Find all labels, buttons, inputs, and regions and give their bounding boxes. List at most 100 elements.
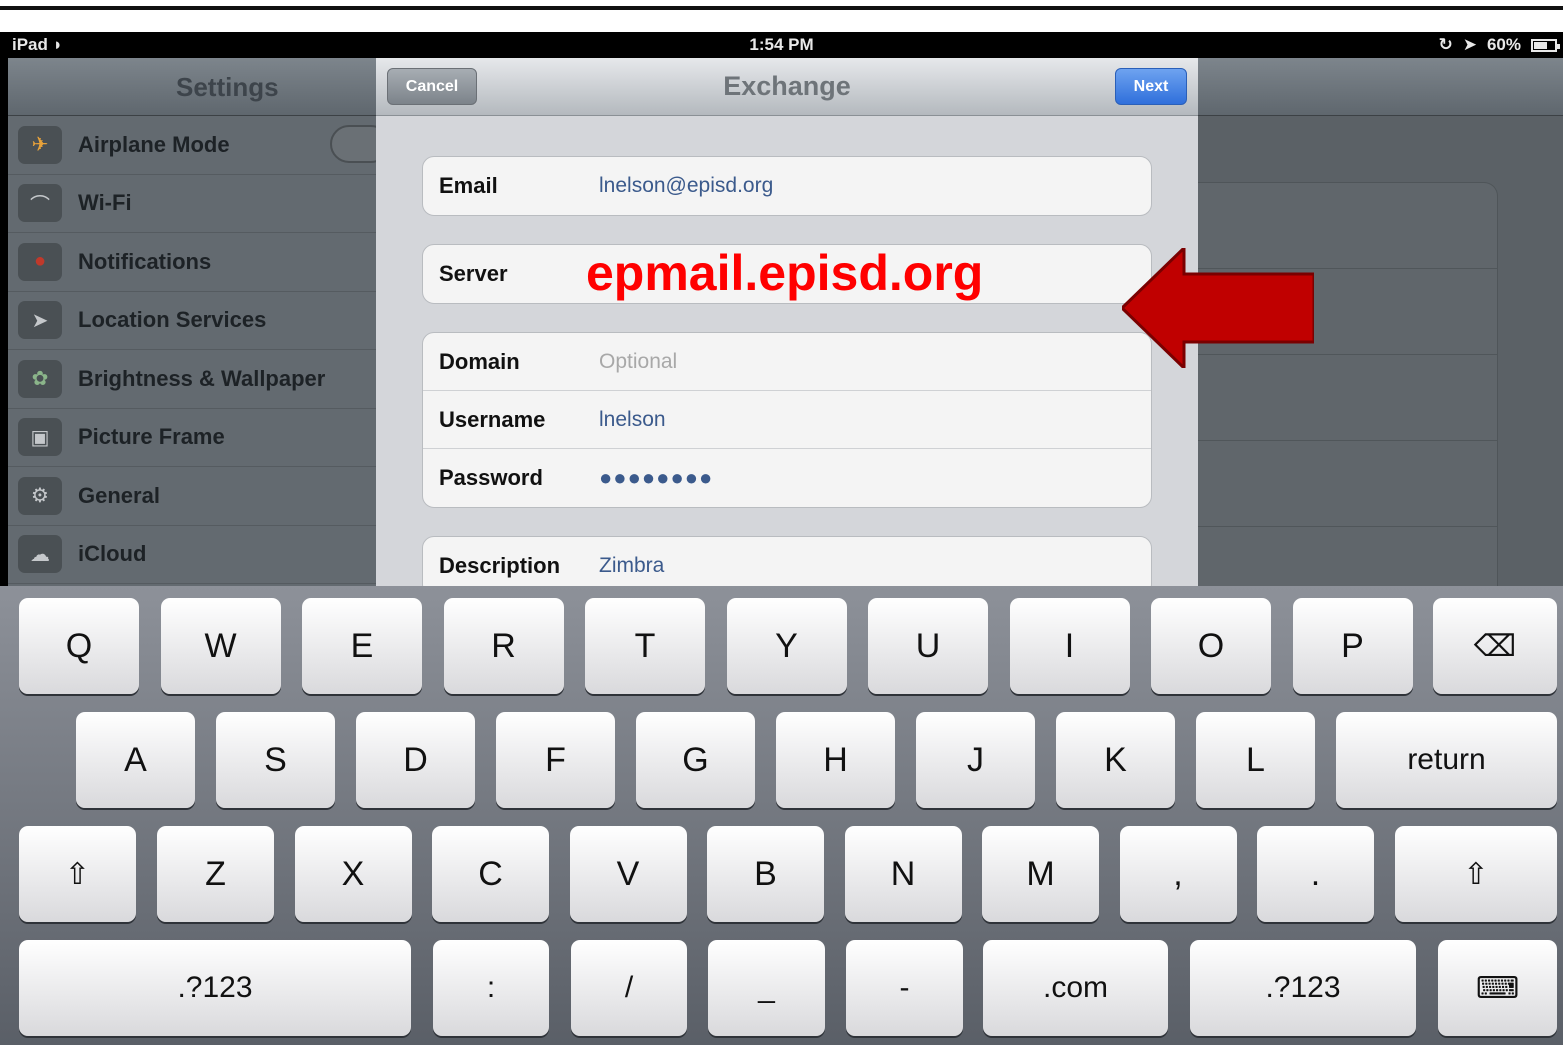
- sidebar-item-label: Location Services: [78, 307, 267, 333]
- key-comma[interactable]: ,: [1119, 826, 1237, 922]
- key-j[interactable]: J: [916, 712, 1035, 808]
- key-g[interactable]: G: [636, 712, 755, 808]
- sidebar-item-general[interactable]: ⚙ General: [8, 467, 376, 526]
- key-d[interactable]: D: [356, 712, 475, 808]
- backspace-icon: ⌫: [1473, 629, 1517, 663]
- key-n[interactable]: N: [844, 826, 962, 922]
- picture-frame-icon: ▣: [18, 418, 62, 457]
- key-p[interactable]: P: [1292, 598, 1413, 694]
- key-b[interactable]: B: [707, 826, 824, 922]
- key-t[interactable]: T: [585, 598, 705, 694]
- sidebar-item-label: iCloud: [78, 541, 147, 567]
- key-c[interactable]: C: [432, 826, 549, 922]
- email-row[interactable]: Email lnelson@episd.org: [423, 157, 1151, 215]
- return-key[interactable]: return: [1336, 712, 1557, 808]
- sidebar-item-location-services[interactable]: ➤ Location Services: [8, 292, 376, 350]
- numbers-key-right[interactable]: .?123: [1190, 940, 1416, 1036]
- credentials-group: Domain Optional Username lnelson Passwor…: [422, 332, 1152, 508]
- sidebar-item-airplane-mode[interactable]: ✈ Airplane Mode: [8, 116, 390, 175]
- shift-icon: ⇧: [1463, 857, 1489, 891]
- numbers-key-left[interactable]: .?123: [19, 940, 411, 1036]
- key-z[interactable]: Z: [157, 826, 274, 922]
- keyboard-dismiss-icon: ⌨: [1475, 971, 1520, 1005]
- shift-key-right[interactable]: ⇧: [1395, 826, 1557, 922]
- key-f[interactable]: F: [496, 712, 615, 808]
- password-row[interactable]: Password ●●●●●●●●: [423, 449, 1151, 507]
- description-row[interactable]: Description Zimbra: [423, 537, 1151, 586]
- sidebar-item-brightness-wallpaper[interactable]: ✿ Brightness & Wallpaper: [8, 350, 376, 409]
- username-label: Username: [439, 406, 546, 432]
- domain-row[interactable]: Domain Optional: [423, 333, 1151, 391]
- slash-key[interactable]: /: [571, 940, 687, 1036]
- dialog-title: Exchange: [723, 71, 851, 101]
- dialog-nav-bar: Cancel Exchange Next: [376, 58, 1198, 116]
- sidebar-item-label: Wi-Fi: [78, 190, 132, 216]
- key-period[interactable]: .: [1257, 826, 1374, 922]
- onscreen-keyboard: Q W E R T Y U I O P ⌫ A S D F G H J K Lreturn ⇧ Z X C V B N M,. ⇧ .?1…: [0, 586, 1563, 1045]
- sidebar-item-label: Airplane Mode: [78, 131, 230, 157]
- dotcom-key[interactable]: .com: [983, 940, 1168, 1036]
- sidebar-item-wifi[interactable]: ⌒ Wi-Fi: [8, 175, 376, 233]
- key-k[interactable]: K: [1056, 712, 1175, 808]
- password-field[interactable]: ●●●●●●●●: [599, 465, 713, 491]
- settings-sidebar: ✈ Airplane Mode ⌒ Wi-Fi ● Notifications …: [8, 116, 390, 586]
- sidebar-item-label: Picture Frame: [78, 424, 225, 450]
- key-a[interactable]: A: [76, 712, 195, 808]
- battery-percent: 60%: [1486, 35, 1521, 54]
- location-icon: ➤: [18, 301, 62, 340]
- colon-key[interactable]: :: [433, 940, 549, 1036]
- key-y[interactable]: Y: [726, 598, 847, 694]
- sidebar-item-icloud[interactable]: ☁ iCloud: [8, 526, 376, 584]
- email-field[interactable]: lnelson@episd.org: [599, 174, 773, 198]
- red-arrow-icon: [1122, 248, 1314, 368]
- server-value-annotation: epmail.episd.org: [586, 245, 984, 301]
- delete-key[interactable]: ⌫: [1433, 598, 1557, 694]
- key-q[interactable]: Q: [19, 598, 139, 694]
- key-x[interactable]: X: [294, 826, 412, 922]
- key-s[interactable]: S: [216, 712, 335, 808]
- settings-title: Settings: [176, 72, 279, 102]
- sidebar-item-picture-frame[interactable]: ▣ Picture Frame: [8, 409, 376, 467]
- key-l[interactable]: L: [1196, 712, 1315, 808]
- email-group: Email lnelson@episd.org: [422, 156, 1152, 216]
- sidebar-item-notifications[interactable]: ● Notifications: [8, 233, 376, 292]
- wifi-icon: ⌒: [18, 184, 62, 223]
- key-v[interactable]: V: [569, 826, 687, 922]
- server-label: Server: [439, 261, 508, 286]
- key-o[interactable]: O: [1151, 598, 1271, 694]
- orientation-lock-icon: ↻: [1438, 35, 1453, 54]
- notifications-icon: ●: [18, 242, 62, 281]
- key-i[interactable]: I: [1009, 598, 1130, 694]
- username-row[interactable]: Username lnelson: [423, 391, 1151, 449]
- description-field[interactable]: Zimbra: [599, 554, 664, 578]
- detail-group: [1198, 182, 1498, 592]
- key-w[interactable]: W: [160, 598, 281, 694]
- status-time: 1:54 PM: [749, 35, 814, 54]
- exchange-dialog: Cancel Exchange Next Email lnelson@episd…: [376, 58, 1198, 586]
- key-e[interactable]: E: [302, 598, 422, 694]
- domain-label: Domain: [439, 348, 520, 374]
- next-button[interactable]: Next: [1115, 68, 1187, 105]
- description-label: Description: [439, 553, 561, 578]
- shift-key-left[interactable]: ⇧: [19, 826, 136, 922]
- domain-field[interactable]: Optional: [599, 350, 677, 374]
- sidebar-item-label: Notifications: [78, 248, 212, 274]
- username-field[interactable]: lnelson: [599, 408, 666, 432]
- gear-icon: ⚙: [18, 476, 62, 515]
- key-m[interactable]: M: [982, 826, 1099, 922]
- wallpaper-icon: ✿: [18, 359, 62, 398]
- password-label: Password: [439, 465, 543, 490]
- sidebar-item-label: General: [78, 482, 160, 508]
- sidebar-item-label: Brightness & Wallpaper: [78, 365, 326, 391]
- top-rule: [0, 0, 1563, 32]
- cloud-icon: ☁: [18, 535, 62, 574]
- description-group: Description Zimbra: [422, 536, 1152, 586]
- hide-keyboard-key[interactable]: ⌨: [1438, 940, 1557, 1036]
- key-h[interactable]: H: [776, 712, 895, 808]
- location-arrow-icon: ➤: [1462, 35, 1477, 54]
- underscore-key[interactable]: _: [708, 940, 825, 1036]
- key-r[interactable]: R: [443, 598, 564, 694]
- dash-key[interactable]: -: [846, 940, 963, 1036]
- ipad-screen: iPad ◗ 1:54 PM ↻ ➤ 60% Settings ✈ Airpla…: [0, 32, 1563, 1045]
- key-u[interactable]: U: [868, 598, 988, 694]
